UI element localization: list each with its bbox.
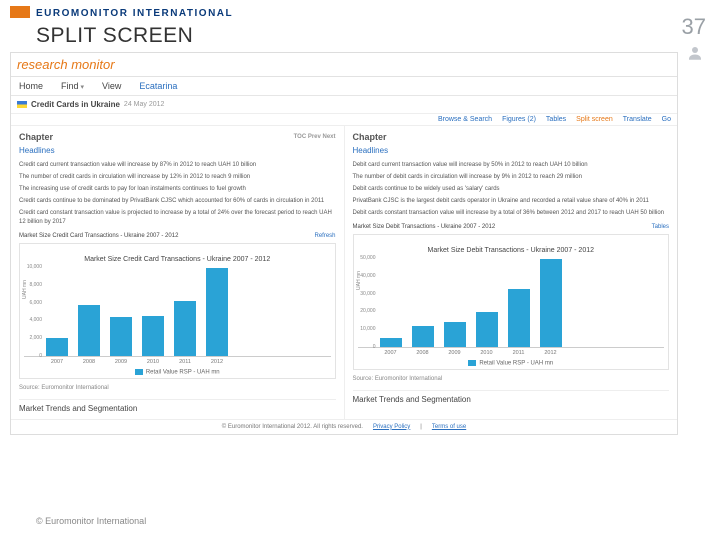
breadcrumb: Credit Cards in Ukraine 24 May 2012 bbox=[11, 96, 677, 114]
slide-bottom-credit: © Euromonitor International bbox=[36, 516, 146, 526]
x-tick: 2007 bbox=[380, 350, 402, 356]
x-tick: 2012 bbox=[206, 359, 228, 365]
bar bbox=[110, 317, 132, 356]
app-logo: research monitor bbox=[11, 53, 677, 77]
left-chart-source: Source: Euromonitor International bbox=[19, 385, 336, 391]
bar bbox=[508, 289, 530, 347]
left-chart-legend: Retail Value RSP - UAH mn bbox=[24, 369, 331, 376]
right-chart-yaxis: 010,00020,00030,00040,00050,000 bbox=[358, 258, 378, 347]
left-bullet: The number of credit cards in circulatio… bbox=[19, 173, 336, 182]
left-pane: Chapter TOC Prev Next Headlines Credit c… bbox=[11, 126, 345, 419]
left-chapter-heading: Chapter bbox=[19, 132, 53, 142]
brand-label: EUROMONITOR INTERNATIONAL bbox=[36, 8, 233, 19]
right-chart-title: Market Size Debit Transactions - Ukraine… bbox=[358, 247, 665, 254]
footer-copyright: © Euromonitor International 2012. All ri… bbox=[222, 424, 363, 430]
right-bullet: The number of debit cards in circulation… bbox=[353, 173, 670, 182]
research-monitor-app: research monitor Home Find View Ecatarin… bbox=[10, 52, 678, 435]
page-title: SPLIT SCREEN bbox=[36, 24, 193, 48]
x-tick: 2009 bbox=[444, 350, 466, 356]
ukraine-flag-icon bbox=[17, 101, 27, 108]
right-bullet: Debit cards constant transaction value w… bbox=[353, 209, 670, 218]
x-tick: 2010 bbox=[476, 350, 498, 356]
breadcrumb-date: 24 May 2012 bbox=[124, 101, 164, 108]
bar bbox=[476, 312, 498, 347]
accent-bar bbox=[10, 6, 30, 18]
footer-terms-link[interactable]: Terms of use bbox=[432, 424, 466, 430]
right-chart-legend: Retail Value RSP - UAH mn bbox=[358, 360, 665, 367]
left-bullet: Credit card constant transaction value i… bbox=[19, 209, 336, 227]
bar bbox=[540, 259, 562, 347]
right-headlines-link[interactable]: Headlines bbox=[353, 146, 670, 155]
right-chart-header: Market Size Debit Transactions - Ukraine… bbox=[353, 224, 496, 230]
nav-home[interactable]: Home bbox=[19, 81, 43, 91]
tool-browse-search[interactable]: Browse & Search bbox=[438, 116, 492, 123]
left-chart-xlabels: 2007 2008 2009 2010 2011 2012 bbox=[24, 359, 331, 365]
tool-split-screen[interactable]: Split screen bbox=[576, 116, 613, 123]
bar bbox=[412, 326, 434, 347]
left-section-heading: Market Trends and Segmentation bbox=[19, 399, 336, 413]
bar bbox=[444, 322, 466, 347]
toolbar: Browse & Search Figures (2) Tables Split… bbox=[11, 114, 677, 126]
right-bar-chart: UAH mn 010,00020,00030,00040,00050,000 bbox=[358, 258, 665, 348]
right-pane: Chapter Headlines Debit card current tra… bbox=[345, 126, 678, 419]
left-bullets: Credit card current transaction value wi… bbox=[19, 161, 336, 227]
bar bbox=[142, 316, 164, 356]
right-chart-card: Market Size Debit Transactions - Ukraine… bbox=[353, 234, 670, 370]
nav-ecatarina[interactable]: Ecatarina bbox=[139, 81, 177, 91]
nav-find[interactable]: Find bbox=[61, 81, 84, 91]
x-tick: 2011 bbox=[174, 359, 196, 365]
left-toc-controls[interactable]: TOC Prev Next bbox=[294, 134, 336, 140]
nav-view[interactable]: View bbox=[102, 81, 121, 91]
right-bullet: Debit card current transaction value wil… bbox=[353, 161, 670, 170]
x-tick: 2009 bbox=[110, 359, 132, 365]
left-bullet: The increasing use of credit cards to pa… bbox=[19, 185, 336, 194]
bar bbox=[46, 338, 68, 356]
left-headlines-link[interactable]: Headlines bbox=[19, 146, 336, 155]
left-bar-chart: UAH mn 02,0004,0006,0008,00010,000 bbox=[24, 267, 331, 357]
x-tick: 2008 bbox=[412, 350, 434, 356]
right-chart-source: Source: Euromonitor International bbox=[353, 376, 670, 382]
x-tick: 2010 bbox=[142, 359, 164, 365]
left-chart-title: Market Size Credit Card Transactions - U… bbox=[24, 256, 331, 263]
tool-tables[interactable]: Tables bbox=[546, 116, 566, 123]
left-refresh-link[interactable]: Refresh bbox=[314, 233, 335, 239]
right-bullet: PrivatBank CJSC is the largest debit car… bbox=[353, 197, 670, 206]
right-chart-xlabels: 2007 2008 2009 2010 2011 2012 bbox=[358, 350, 665, 356]
tool-translate[interactable]: Translate bbox=[623, 116, 652, 123]
right-section-heading: Market Trends and Segmentation bbox=[353, 390, 670, 404]
top-nav: Home Find View Ecatarina bbox=[11, 77, 677, 96]
x-tick: 2007 bbox=[46, 359, 68, 365]
footer-privacy-link[interactable]: Privacy Policy bbox=[373, 424, 410, 430]
x-tick: 2011 bbox=[508, 350, 530, 356]
bar bbox=[78, 305, 100, 356]
user-icon bbox=[686, 44, 704, 62]
left-chart-header: Market Size Credit Card Transactions - U… bbox=[19, 233, 178, 239]
x-tick: 2008 bbox=[78, 359, 100, 365]
tool-figures[interactable]: Figures (2) bbox=[502, 116, 536, 123]
bar bbox=[174, 301, 196, 356]
x-tick: 2012 bbox=[540, 350, 562, 356]
left-bullet: Credit cards continue to be dominated by… bbox=[19, 197, 336, 206]
right-bullets: Debit card current transaction value wil… bbox=[353, 161, 670, 218]
page-number: 37 bbox=[682, 14, 706, 40]
bar bbox=[206, 268, 228, 356]
left-bullet: Credit card current transaction value wi… bbox=[19, 161, 336, 170]
left-chart-card: Market Size Credit Card Transactions - U… bbox=[19, 243, 336, 379]
right-tables-link[interactable]: Tables bbox=[652, 224, 669, 230]
right-bullet: Debit cards continue to be widely used a… bbox=[353, 185, 670, 194]
left-chart-yaxis: 02,0004,0006,0008,00010,000 bbox=[24, 267, 44, 356]
tool-go[interactable]: Go bbox=[662, 116, 671, 123]
right-chapter-heading: Chapter bbox=[353, 132, 387, 142]
split-panes: Chapter TOC Prev Next Headlines Credit c… bbox=[11, 126, 677, 419]
bar bbox=[380, 338, 402, 347]
breadcrumb-title: Credit Cards in Ukraine bbox=[31, 100, 120, 109]
app-footer: © Euromonitor International 2012. All ri… bbox=[11, 419, 677, 434]
